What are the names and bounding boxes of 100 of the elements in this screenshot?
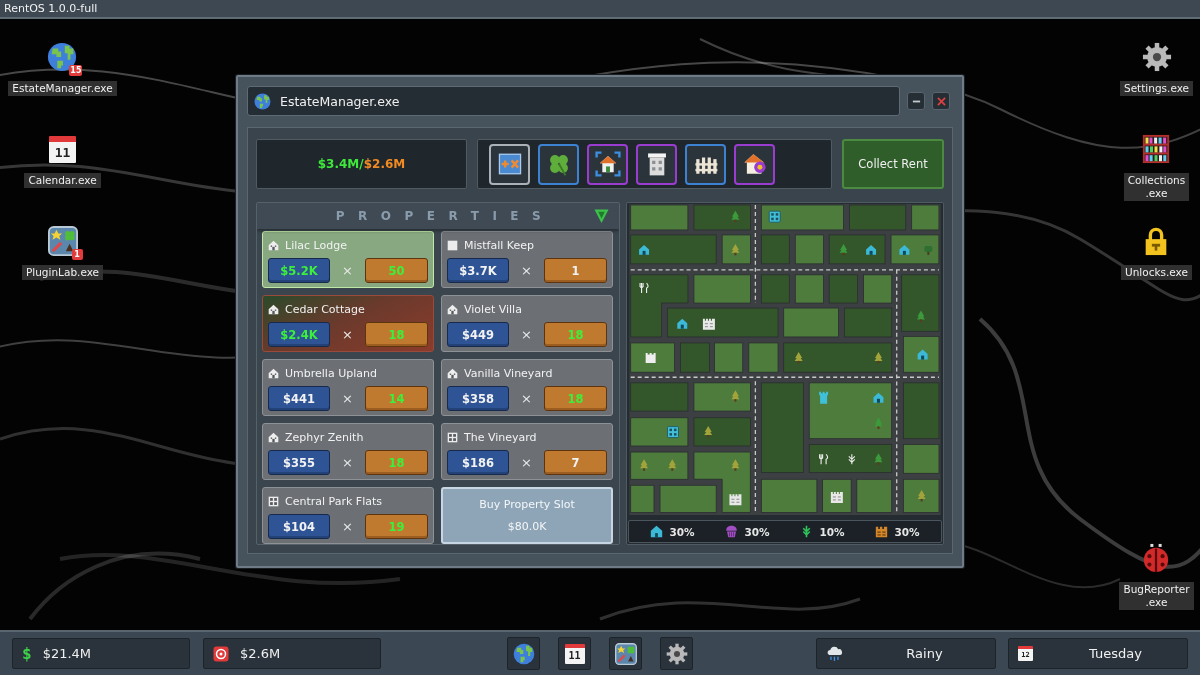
- unit-count: 18: [365, 322, 428, 347]
- map-block: [760, 274, 790, 304]
- share-percent: 30%: [669, 525, 695, 538]
- multiply-sign: ×: [342, 263, 353, 278]
- map-block: [748, 342, 779, 373]
- upgrade-slot[interactable]: [734, 143, 775, 185]
- house-icon: [268, 368, 279, 379]
- weather-label: Rainy: [906, 646, 943, 661]
- property-card[interactable]: Lilac Lodge $5.2K × 50: [262, 231, 434, 288]
- unit-count: 18: [365, 450, 428, 475]
- icon-label[interactable]: Calendar.exe: [24, 173, 101, 188]
- share-percent: 10%: [819, 525, 845, 538]
- house-icon: [639, 244, 650, 255]
- globe-icon: [254, 92, 271, 110]
- tree-icon: [874, 453, 883, 465]
- icon-label[interactable]: Collections .exe: [1123, 173, 1190, 201]
- taskbar-app-button[interactable]: 11: [558, 637, 591, 670]
- tower-icon: [819, 391, 829, 404]
- house-icon: [899, 244, 910, 255]
- property-card[interactable]: Mistfall Keep $3.7K × 1: [441, 231, 613, 288]
- apartment-icon: [447, 432, 458, 443]
- multiply-sign: ×: [342, 327, 353, 342]
- icon-label[interactable]: Unlocks.exe: [1121, 265, 1192, 280]
- property-card[interactable]: Violet Villa $449 × 18: [441, 295, 613, 352]
- cutlery-icon: [819, 453, 829, 465]
- collect-rent-button[interactable]: Collect Rent: [842, 139, 944, 189]
- os-title: RentOS 1.0.0-full: [4, 1, 98, 16]
- close-button[interactable]: [932, 92, 950, 110]
- property-card[interactable]: The Vineyard $186 × 7: [441, 423, 613, 480]
- map-block: [630, 417, 689, 447]
- dollar-sign: $: [22, 644, 32, 663]
- upgrade-slot[interactable]: [685, 143, 726, 185]
- unit-count: 18: [544, 322, 607, 347]
- map-block: [903, 335, 940, 373]
- house-icon: [268, 432, 279, 443]
- map-block: [794, 274, 824, 304]
- icon-label[interactable]: PluginLab.exe: [21, 265, 104, 280]
- taskbar-app-button[interactable]: [609, 637, 642, 670]
- minimize-button[interactable]: [907, 92, 925, 110]
- tree-icon: [917, 489, 926, 502]
- property-card[interactable]: Zephyr Zenith $355 × 18: [262, 423, 434, 480]
- house-icon: [447, 304, 458, 315]
- multiply-sign: ×: [521, 391, 532, 406]
- property-card[interactable]: Cedar Cottage $2.4K × 18: [262, 295, 434, 352]
- property-card[interactable]: Central Park Flats $104 × 19: [262, 487, 434, 544]
- upgrade-slot[interactable]: [489, 143, 530, 185]
- multiply-sign: ×: [521, 455, 532, 470]
- app-tile-icon[interactable]: [47, 226, 78, 256]
- house-icon: [917, 349, 928, 360]
- map-block: [630, 342, 675, 373]
- slot-price: $80.0K: [507, 520, 547, 533]
- upgrade-slot[interactable]: [538, 143, 579, 185]
- share-percent: 30%: [744, 525, 770, 538]
- bookshelf-icon[interactable]: [1141, 134, 1172, 164]
- apartment-icon: [268, 496, 279, 507]
- unit-count: 7: [544, 450, 607, 475]
- day-label: Tuesday: [1089, 646, 1142, 661]
- tree-icon: [794, 351, 803, 364]
- multiply-sign: ×: [342, 455, 353, 470]
- property-card[interactable]: Umbrella Upland $441 × 14: [262, 359, 434, 416]
- icon-label[interactable]: Settings.exe: [1120, 81, 1193, 96]
- rent-price: $2.4K: [268, 322, 330, 347]
- unit-count: 19: [365, 514, 428, 539]
- property-name: Vanilla Vineyard: [464, 366, 553, 381]
- property-name: Lilac Lodge: [285, 238, 347, 253]
- property-name: Central Park Flats: [285, 494, 382, 509]
- upgrade-slot[interactable]: [636, 143, 677, 185]
- globe-icon: [512, 642, 535, 665]
- multiply-sign: ×: [521, 327, 532, 342]
- icon-label[interactable]: BugReporter .exe: [1119, 582, 1194, 610]
- map-block: [863, 274, 893, 304]
- properties-title: PROPERTIES: [335, 209, 555, 223]
- rent-price: $449: [447, 322, 509, 347]
- settings-icon[interactable]: [1141, 42, 1172, 72]
- house-icon: [268, 240, 279, 251]
- unit-count: 14: [365, 386, 428, 411]
- upgrade-slot[interactable]: [587, 143, 628, 185]
- taskbar-app-button[interactable]: [507, 637, 540, 670]
- map-block: [693, 274, 751, 304]
- icon-label[interactable]: EstateManager.exe: [8, 81, 117, 96]
- map-block: [760, 234, 790, 265]
- property-card[interactable]: Vanilla Vineyard $358 × 18: [441, 359, 613, 416]
- rent-price: $3.7K: [447, 258, 509, 283]
- map-block: [903, 478, 940, 513]
- rent-price: $441: [268, 386, 330, 411]
- castle-icon: [645, 352, 656, 363]
- target-icon: [213, 645, 229, 662]
- calendar-icon[interactable]: 11: [49, 135, 76, 163]
- factory-icon: [729, 494, 742, 506]
- tree-icon: [731, 459, 740, 471]
- square-icon: [447, 240, 458, 251]
- map-block: [760, 478, 818, 513]
- cutlery-icon: [639, 282, 649, 294]
- rain-cloud-icon: [826, 645, 843, 662]
- taskbar-app-button[interactable]: [660, 637, 693, 670]
- filter-icon[interactable]: [594, 209, 609, 224]
- app-tile-icon: [614, 642, 637, 665]
- multiply-sign: ×: [342, 519, 353, 534]
- tree-icon: [839, 243, 848, 256]
- property-name: Mistfall Keep: [464, 238, 534, 253]
